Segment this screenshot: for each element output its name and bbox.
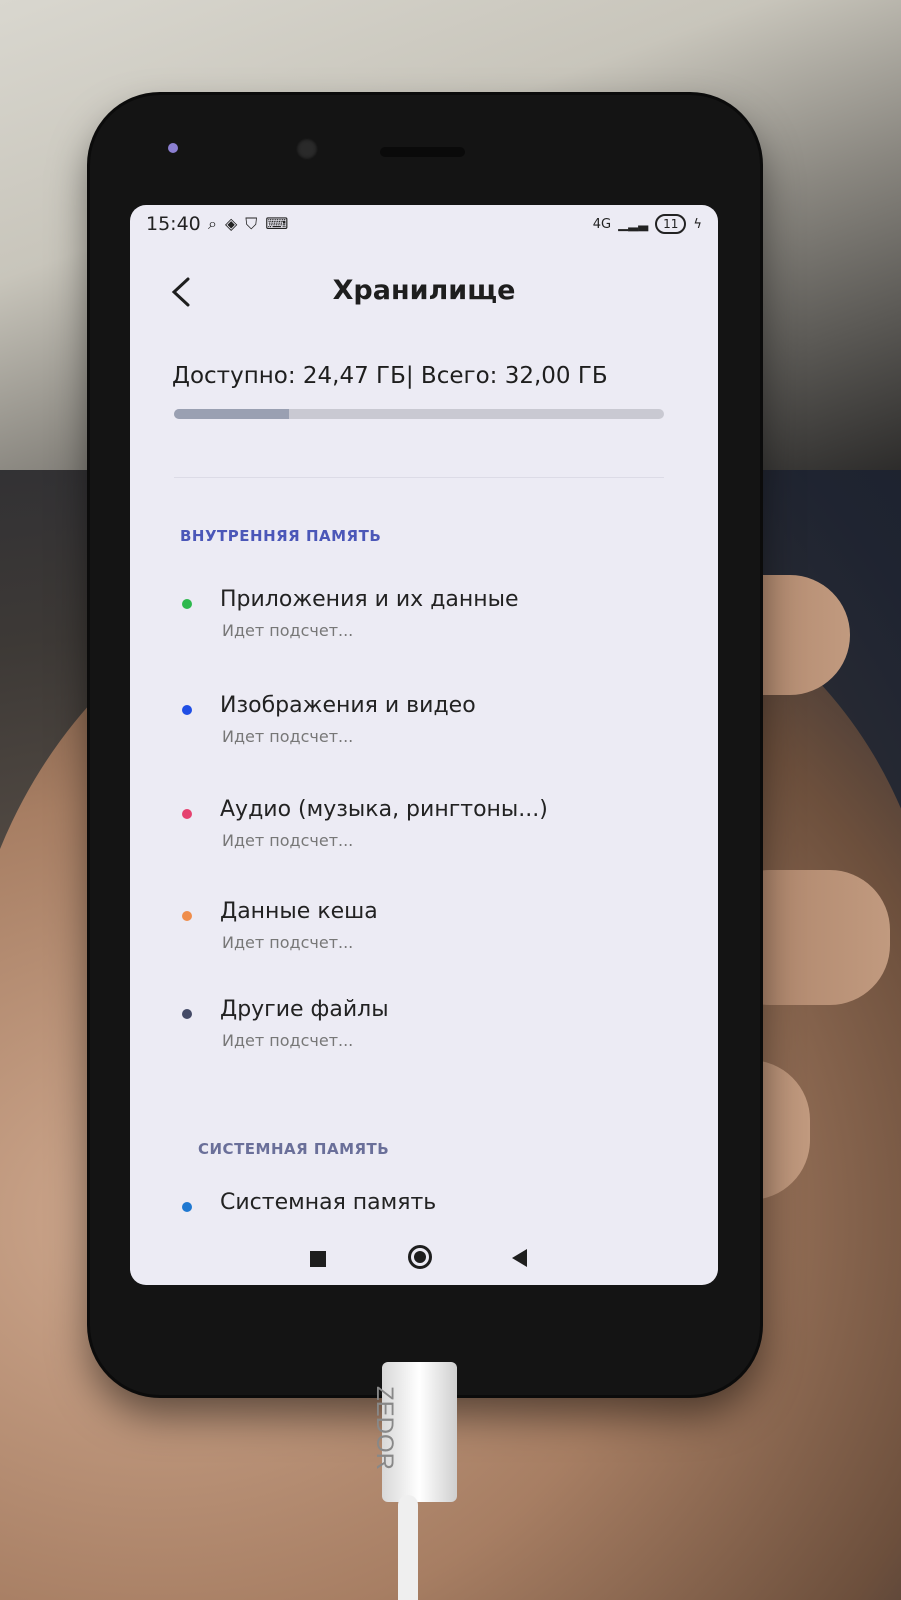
storage-progress <box>174 409 664 419</box>
divider <box>174 477 664 478</box>
front-camera <box>296 138 318 160</box>
list-item-images[interactable]: Изображения и видео Идет подсчет... <box>180 693 660 763</box>
list-item-audio[interactable]: Аудио (музыка, рингтоны...) Идет подсчет… <box>180 797 660 867</box>
category-dot <box>182 599 192 609</box>
category-dot <box>182 809 192 819</box>
cable-brand-label: ZEDOR <box>371 1386 398 1470</box>
status-time: 15:40 <box>146 213 201 235</box>
item-title: Аудио (музыка, рингтоны...) <box>220 797 548 822</box>
location-icon: ⌕ <box>208 214 217 233</box>
navigation-bar <box>130 1225 718 1285</box>
item-title: Другие файлы <box>220 997 389 1022</box>
list-item-cache[interactable]: Данные кеша Идет подсчет... <box>180 899 660 969</box>
signal-icon: ▁▂▃ <box>618 216 649 232</box>
item-subtitle: Идет подсчет... <box>222 621 354 640</box>
storage-progress-fill <box>174 409 290 419</box>
item-subtitle: Идет подсчет... <box>222 933 354 952</box>
item-title: Системная память <box>220 1190 437 1215</box>
notification-led <box>168 143 178 153</box>
category-dot <box>182 1202 192 1212</box>
phone-screen: 15:40 ⌕ ◈ ⛉ ⌨ 4G ▁▂▃ 11 ϟ Хранилище Дост… <box>130 205 718 1285</box>
header: Хранилище <box>130 267 718 317</box>
network-label: 4G <box>592 216 612 232</box>
list-item-apps[interactable]: Приложения и их данные Идет подсчет... <box>180 587 660 657</box>
status-right: 4G ▁▂▃ 11 ϟ <box>593 214 702 234</box>
item-subtitle: Идет подсчет... <box>222 1031 354 1050</box>
section-internal: ВНУТРЕННЯЯ ПАМЯТЬ <box>180 527 382 545</box>
list-item-other[interactable]: Другие файлы Идет подсчет... <box>180 997 660 1067</box>
app-icon: ◈ <box>224 214 238 233</box>
item-title: Изображения и видео <box>220 693 476 718</box>
category-dot <box>182 1009 192 1019</box>
usb-cable <box>398 1495 418 1600</box>
storage-summary: Доступно: 24,47 ГБ| Всего: 32,00 ГБ <box>172 363 608 389</box>
usb-cable-connector: ZEDOR <box>371 1362 457 1502</box>
back-icon[interactable] <box>512 1249 527 1267</box>
shield-icon: ⛉ <box>245 214 258 233</box>
status-icons: ⌕ ◈ ⛉ ⌨ <box>208 214 288 234</box>
keyboard-icon: ⌨ <box>265 214 289 233</box>
photo-scene: 15:40 ⌕ ◈ ⛉ ⌨ 4G ▁▂▃ 11 ϟ Хранилище Дост… <box>0 0 901 1600</box>
charging-icon: ϟ <box>693 216 702 232</box>
recent-apps-icon[interactable] <box>310 1251 326 1267</box>
category-dot <box>182 911 192 921</box>
section-system: СИСТЕМНАЯ ПАМЯТЬ <box>198 1140 390 1158</box>
phone-device: 15:40 ⌕ ◈ ⛉ ⌨ 4G ▁▂▃ 11 ϟ Хранилище Дост… <box>90 95 760 1395</box>
battery-indicator: 11 <box>655 214 687 234</box>
page-title: Хранилище <box>332 275 516 306</box>
item-subtitle: Идет подсчет... <box>222 831 354 850</box>
item-subtitle: Идет подсчет... <box>222 727 354 746</box>
home-icon[interactable] <box>408 1245 432 1269</box>
category-dot <box>182 705 192 715</box>
status-bar: 15:40 ⌕ ◈ ⛉ ⌨ 4G ▁▂▃ 11 ϟ <box>130 205 718 245</box>
earpiece <box>380 147 465 157</box>
item-title: Данные кеша <box>220 899 378 924</box>
item-title: Приложения и их данные <box>220 587 519 612</box>
